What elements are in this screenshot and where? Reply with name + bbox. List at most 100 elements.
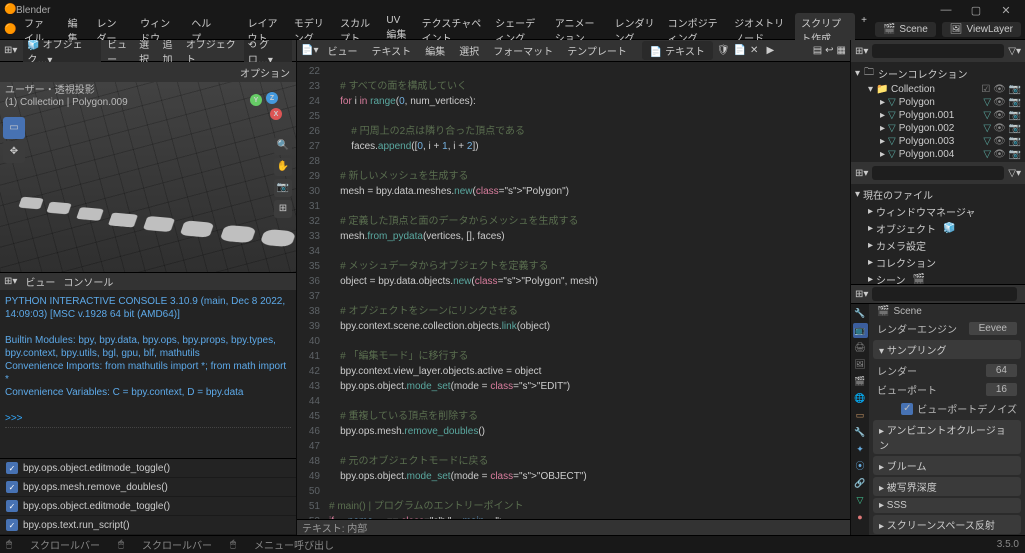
close-button[interactable]: ✕ [991,4,1021,17]
panel-sampling[interactable]: ▾ サンプリング [873,340,1021,359]
panel-SSS[interactable]: ▸ SSS [873,498,1021,513]
editor-type-icon[interactable]: ⊞▾ [4,45,17,56]
tool-select[interactable]: ▭ [3,117,25,139]
viewlayer-selector[interactable]: 🖼ViewLayer [942,22,1021,37]
outliner-item[interactable]: ▸▽Polygon▽ 👁 📷 [853,96,1023,109]
code-area[interactable]: # すべての面を構成していく for i in range(0, num_ver… [325,62,850,519]
denoise-check[interactable]: ✓ ビューポートデノイズ [869,399,1025,418]
viewport-samples[interactable]: 16 [986,383,1017,396]
3d-viewport[interactable]: ユーザー・透視投影 (1) Collection | Polygon.009 ▭… [0,82,296,272]
te-edit[interactable]: 編集 [420,41,450,60]
tab-output-icon[interactable]: 🖨 [853,340,868,355]
axis-y-icon[interactable]: Y [250,94,262,106]
pan-icon[interactable]: ✋ [274,158,292,176]
render-samples[interactable]: 64 [986,364,1017,377]
maximize-button[interactable]: ▢ [961,4,991,17]
file-item[interactable]: ▸シーン🎬 [853,271,1023,284]
shield-icon[interactable]: 🛡 [717,45,730,56]
tab-mesh-icon[interactable]: ▽ [853,493,868,508]
mouse-right-icon: 🖱 [230,539,236,550]
syntax-icon[interactable]: ▦ [837,45,846,56]
editor-type-text-icon[interactable]: 📄▾ [301,45,318,56]
new-text-icon[interactable]: 📄 [734,45,746,56]
panel-被写界深度[interactable]: ▸ 被写界深度 [873,477,1021,496]
tab-scene-icon[interactable]: 🎬 [853,374,868,389]
zoom-icon[interactable]: 🔍 [274,137,292,155]
options-popover[interactable]: オプション [240,65,290,80]
filter-icon[interactable]: ▽▾ [1008,168,1021,179]
outliner-item[interactable]: ▸▽Polygon.001▽ 👁 📷 [853,109,1023,122]
blender-icon: 🟠 [4,24,16,36]
outliner-item[interactable]: ▸▽Polygon.004▽ 👁 📷 [853,148,1023,161]
text-name[interactable]: 📄 テキスト [642,41,713,60]
panel-スクリーンスペース反射[interactable]: ▸ スクリーンスペース反射 [873,515,1021,534]
editor-type-props-icon[interactable]: ⊞▾ [855,289,868,300]
filter-icon[interactable]: ▽▾ [1008,46,1021,57]
log-row[interactable]: ✓bpy.ops.text.run_script() [0,516,296,535]
panel-ブルーム[interactable]: ▸ ブルーム [873,456,1021,475]
editor-type-file-icon[interactable]: ⊞▾ [855,168,868,179]
axis-x-icon[interactable]: X [270,108,282,120]
persp-icon[interactable]: ⊞ [274,200,292,218]
console-view[interactable]: ビュー [25,274,55,289]
python-console[interactable]: PYTHON INTERACTIVE CONSOLE 3.10.9 (main,… [0,290,296,458]
tab-render-icon[interactable]: 📺 [853,323,868,338]
log-row[interactable]: ✓bpy.ops.object.editmode_toggle() [0,459,296,478]
axis-z-icon[interactable]: Z [266,92,278,104]
texteditor-header: 📄▾ ビュー テキスト 編集 選択 フォーマット テンプレート 📄 テキスト 🛡… [297,40,850,62]
camera-icon[interactable]: 📷 [274,179,292,197]
file-item[interactable]: ▸コレクション [853,254,1023,271]
minimize-button[interactable]: — [931,4,961,16]
tab-particle-icon[interactable]: ✦ [853,442,868,457]
log-row[interactable]: ✓bpy.ops.object.editmode_toggle() [0,497,296,516]
check-icon: ✓ [6,462,18,474]
outliner: ▾🗀シーンコレクション ▾📁Collection☑ 👁 📷 ▸▽Polygon▽… [851,62,1025,162]
tab-material-icon[interactable]: ● [853,510,868,525]
render-props: 🎬 Scene レンダーエンジンEevee ▾ サンプリング レンダー64 ビュ… [869,304,1025,535]
tab-object-icon[interactable]: ▭ [853,408,868,423]
props-tabs: 🔧 📺 🖨 🖼 🎬 🌐 ▭ 🔧 ✦ ⦿ 🔗 ▽ ● [851,304,869,535]
file-item[interactable]: ▸ウィンドウマネージャ [853,203,1023,220]
te-text[interactable]: テキスト [366,41,416,60]
editor-type-console-icon[interactable]: ⊞▾ [4,276,17,287]
nav-gizmo[interactable]: Y Z X [246,92,286,132]
tab-world-icon[interactable]: 🌐 [853,391,868,406]
check-icon: ✓ [6,500,18,512]
mouse-mid-icon: 🖱 [118,539,124,550]
linenum-icon[interactable]: ▤ [813,45,822,56]
props-search[interactable] [872,287,1017,301]
tool-cursor[interactable]: ✥ [3,141,25,163]
console-tab[interactable]: コンソール [63,274,113,289]
scene-crumb[interactable]: 🎬 Scene [869,304,1025,319]
console-banner: PYTHON INTERACTIVE CONSOLE 3.10.9 (main,… [5,295,291,321]
te-select[interactable]: 選択 [454,41,484,60]
tab-tool-icon[interactable]: 🔧 [853,306,868,321]
outliner-root[interactable]: ▾🗀シーンコレクション [853,64,1023,83]
file-item[interactable]: ▸オブジェクト🧊 [853,220,1023,237]
te-view[interactable]: ビュー [322,41,362,60]
outliner-search[interactable] [872,44,1004,58]
render-engine[interactable]: レンダーエンジンEevee [869,319,1025,338]
outliner-item[interactable]: ▸▽Polygon.002▽ 👁 📷 [853,122,1023,135]
run-script-button[interactable]: ▶ [762,43,778,59]
line-gutter: 22 23 24 25 26 27 28 29 30 31 32 33 34 3… [297,62,325,519]
te-template[interactable]: テンプレート [562,41,632,60]
te-format[interactable]: フォーマット [488,41,558,60]
wrap-icon[interactable]: ↩ [825,45,833,56]
check-icon: ✓ [6,519,18,531]
unlink-icon[interactable]: ✕ [750,45,758,56]
file-search[interactable] [872,166,1004,180]
log-row[interactable]: ✓bpy.ops.mesh.remove_doubles() [0,478,296,497]
outliner-item[interactable]: ▸▽Polygon.003▽ 👁 📷 [853,135,1023,148]
editor-type-outliner-icon[interactable]: ⊞▾ [855,46,868,57]
view-name: ユーザー・透視投影 [5,85,128,97]
file-item[interactable]: ▸カメラ設定 [853,237,1023,254]
outliner-collection[interactable]: ▾📁Collection☑ 👁 📷 [853,83,1023,96]
tab-constraint-icon[interactable]: 🔗 [853,476,868,491]
scene-selector[interactable]: 🎬Scene [875,22,936,37]
tab-modifier-icon[interactable]: 🔧 [853,425,868,440]
panel-アンビエントオクルージョン[interactable]: ▸ アンビエントオクルージョン [873,420,1021,454]
tab-physics-icon[interactable]: ⦿ [853,459,868,474]
tab-viewlayer-icon[interactable]: 🖼 [853,357,868,372]
file-root[interactable]: ▾現在のファイル [853,186,1023,203]
